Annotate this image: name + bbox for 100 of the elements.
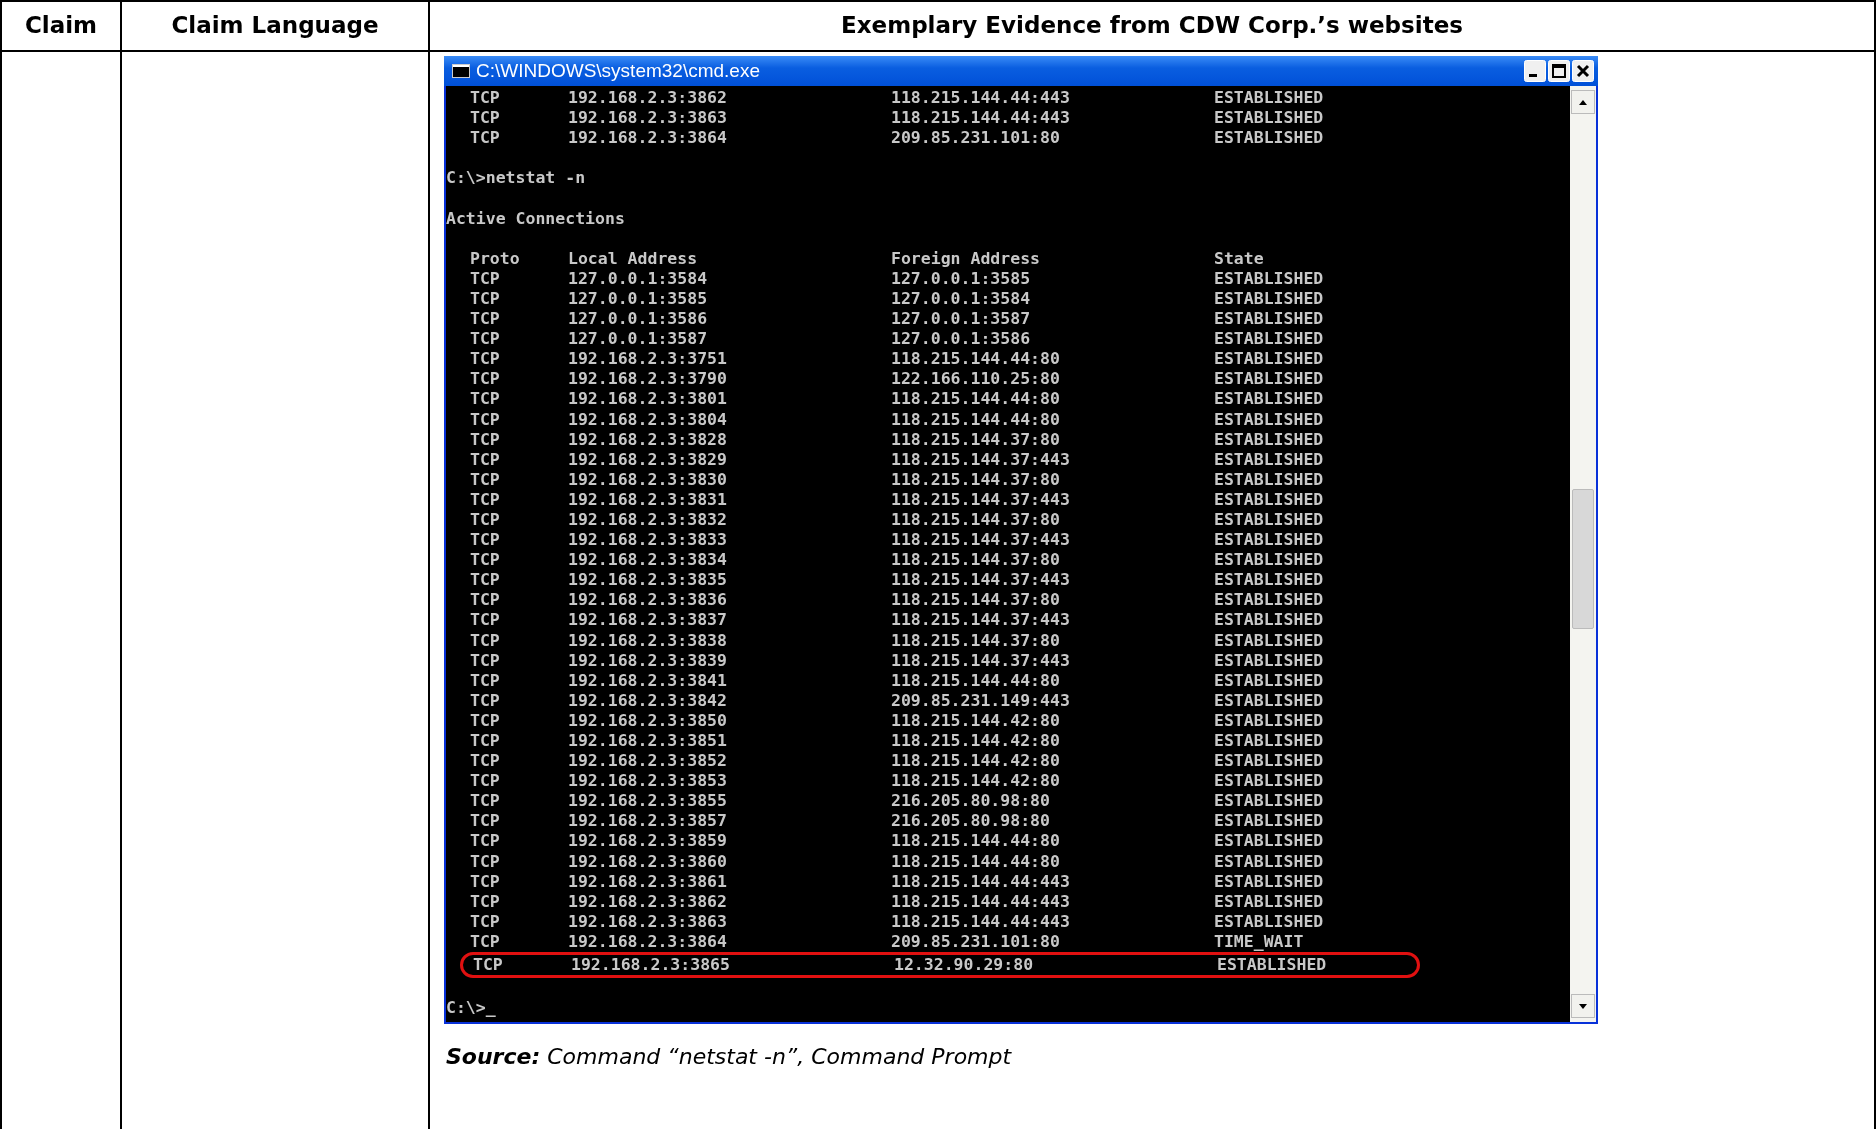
console-text: 118.215.144.37:443 [891,449,1071,470]
console-text: 192.168.2.3:3801 [568,389,728,410]
scroll-up-icon[interactable] [1571,90,1595,114]
console-text: TCP [470,791,501,812]
console-text: 216.205.80.98:80 [891,811,1051,832]
console-text: Foreign Address [891,248,1041,269]
console-text: 127.0.0.1:3585 [568,288,709,310]
console-text: ESTABLISHED [1214,369,1324,390]
console-text: 118.215.144.37:80 [891,509,1061,531]
console-text: TCP [470,429,501,450]
close-icon[interactable] [1572,60,1594,82]
console-text: TCP [470,509,501,531]
console-text: 127.0.0.1:3586 [568,309,709,330]
console-text: ESTABLISHED [1214,710,1324,731]
console-text: TCP [470,268,501,289]
console-text: 192.168.2.3:3837 [568,610,728,631]
console-text: 118.215.144.44:443 [891,871,1071,892]
console-text: 209.85.231.101:80 [891,128,1061,149]
console-text: ESTABLISHED [1214,530,1324,551]
console-text: 118.215.144.44:80 [891,831,1061,852]
console-text: TIME_WAIT [1214,931,1304,953]
console-text: ESTABLISHED [1214,489,1324,510]
console-text: 118.215.144.44:80 [891,389,1061,410]
console-text: ESTABLISHED [1214,509,1324,531]
console-text: 192.168.2.3:3832 [568,509,728,531]
console-text: TCP [470,731,501,752]
console-text: 192.168.2.3:3864 [568,931,728,953]
console-text: TCP [470,288,501,310]
console-text: 192.168.2.3:3829 [568,449,728,470]
console-text: 192.168.2.3:3863 [568,911,728,932]
console-text: 192.168.2.3:3855 [568,791,728,812]
console-text: TCP [470,811,501,832]
console-text: 118.215.144.37:80 [891,469,1061,490]
console-text: 118.215.144.44:443 [891,891,1071,912]
console-text: 192.168.2.3:3834 [568,550,728,571]
console-text: 192.168.2.3:3853 [568,771,728,792]
console-text: 118.215.144.42:80 [891,751,1061,772]
console-text: C:\>netstat -n [446,168,586,189]
console-text: 118.215.144.44:80 [891,409,1061,430]
console-text: 118.215.144.44:443 [891,88,1071,109]
console-text: 118.215.144.42:80 [891,710,1061,731]
console-text: 118.215.144.37:443 [891,530,1071,551]
console-text: 118.215.144.44:80 [891,851,1061,872]
console-text: 118.215.144.44:443 [891,911,1071,932]
console-text: ESTABLISHED [1214,911,1324,932]
console-icon [452,64,470,78]
console-text: 192.168.2.3:3828 [568,429,728,450]
console-text: 192.168.2.3:3864 [568,128,728,149]
console-text: TCP [470,550,501,571]
minimize-icon[interactable] [1524,60,1546,82]
console-text: 192.168.2.3:3865 [571,955,731,976]
console-text: ESTABLISHED [1214,670,1324,691]
console-text: ESTABLISHED [1214,731,1324,752]
console-text: State [1214,248,1264,269]
console-text: 127.0.0.1:3584 [891,288,1032,310]
console-text: ESTABLISHED [1214,630,1324,651]
console-text: 118.215.144.42:80 [891,771,1061,792]
scroll-down-icon[interactable] [1571,994,1595,1019]
console-text: 118.215.144.37:80 [891,630,1061,651]
console-text: ESTABLISHED [1214,329,1324,350]
console-text: 192.168.2.3:3836 [568,590,728,611]
console-text: 192.168.2.3:3831 [568,489,728,510]
console-text: 192.168.2.3:3850 [568,710,728,731]
console-text: 192.168.2.3:3859 [568,831,728,852]
console-text: TCP [470,931,501,953]
console-text: TCP [470,349,501,370]
console-text: ESTABLISHED [1214,570,1324,591]
console-text: TCP [470,630,501,651]
console-text: 118.215.144.37:80 [891,429,1061,450]
column-header: Exemplary Evidence from CDW Corp.’s websites [430,2,1876,50]
console-text: TCP [470,650,501,671]
console-text: ESTABLISHED [1214,309,1324,330]
scrollbar-thumb[interactable] [1572,489,1594,629]
console-text: TCP [470,851,501,872]
console-text: 127.0.0.1:3587 [568,329,709,350]
scrollbar[interactable] [1570,86,1596,1023]
console-text: 192.168.2.3:3860 [568,851,728,872]
maximize-icon[interactable] [1548,60,1570,82]
console-text: TCP [470,570,501,591]
console-text: ESTABLISHED [1214,409,1324,430]
console-text: TCP [470,690,501,711]
console-text: 192.168.2.3:3863 [568,108,728,129]
console-text: 118.215.144.44:80 [891,349,1061,370]
console-text: TCP [470,389,501,410]
console-text: 12.32.90.29:80 [894,955,1035,976]
console-text: 192.168.2.3:3833 [568,530,728,551]
console-text: ESTABLISHED [1214,108,1324,129]
console-text: TCP [470,871,501,892]
console-text: TCP [470,309,501,330]
console-text: TCP [470,409,501,430]
console-text: ESTABLISHED [1214,590,1324,611]
console-text: TCP [470,449,501,470]
window-title: C:\WINDOWS\system32\cmd.exe [476,60,760,82]
console-text: 192.168.2.3:3857 [568,811,728,832]
console-text: 127.0.0.1:3584 [568,268,709,289]
console-text: 192.168.2.3:3835 [568,570,728,591]
console-text: 118.215.144.37:80 [891,590,1061,611]
console-text: ESTABLISHED [1214,851,1324,872]
console-text: 118.215.144.42:80 [891,731,1061,752]
console-text: TCP [470,128,501,149]
